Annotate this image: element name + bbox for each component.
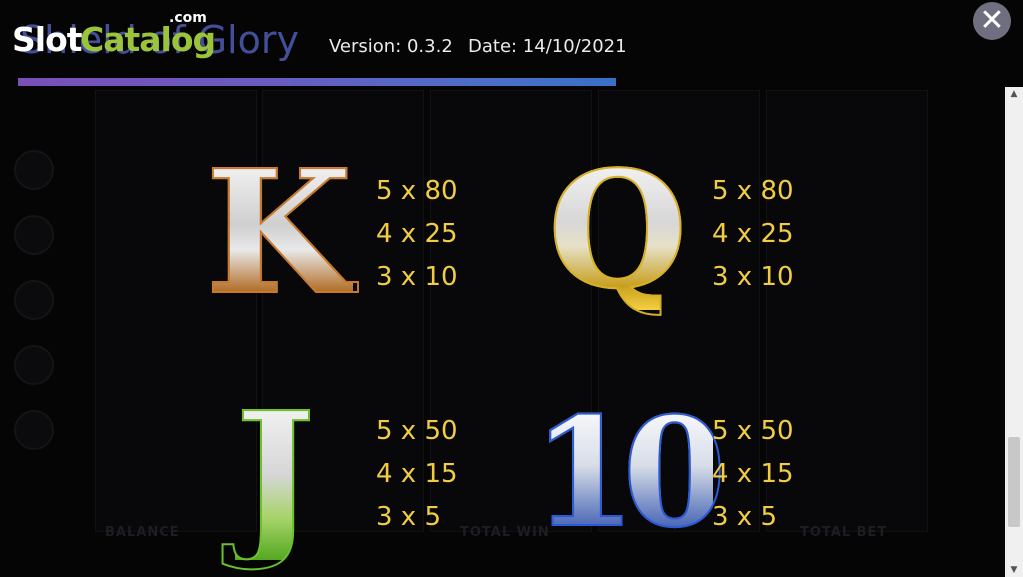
symbol-j-icon: J <box>234 375 316 575</box>
payout-row: 5 x 50 <box>376 416 458 446</box>
payout-row: 3 x 10 <box>376 262 458 292</box>
header-accent-bar <box>18 78 616 86</box>
close-button[interactable]: ✕ <box>973 2 1011 40</box>
version-label: Version: 0.3.2 <box>329 36 453 57</box>
symbol-k-icon: K <box>204 133 354 333</box>
payout-row: 3 x 5 <box>376 502 441 532</box>
payout-row: 5 x 80 <box>376 176 458 206</box>
background-side-button <box>14 150 54 190</box>
payout-list-j: 5 x 50 4 x 15 3 x 5 <box>376 410 458 539</box>
payout-row: 4 x 15 <box>712 459 794 489</box>
scroll-down-arrow-icon[interactable]: ▼ <box>1005 563 1023 577</box>
background-side-button <box>14 280 54 320</box>
payout-list-10: 5 x 50 4 x 15 3 x 5 <box>712 410 794 539</box>
background-total-bet-label: TOTAL BET <box>800 525 888 540</box>
payout-list-k: 5 x 80 4 x 25 3 x 10 <box>376 170 458 299</box>
payout-row: 5 x 50 <box>712 416 794 446</box>
background-balance-label: BALANCE <box>105 525 180 540</box>
payout-row: 5 x 80 <box>712 176 794 206</box>
background-side-button <box>14 410 54 450</box>
payout-row: 4 x 15 <box>376 459 458 489</box>
logo-com-text: .com <box>169 10 207 26</box>
paytable-scrollbar[interactable]: ▲ ▼ <box>1005 87 1023 577</box>
payout-list-q: 5 x 80 4 x 25 3 x 10 <box>712 170 794 299</box>
payout-row: 3 x 10 <box>712 262 794 292</box>
date-label: Date: 14/10/2021 <box>468 36 627 57</box>
logo-slot-text: Slot <box>12 20 83 59</box>
scroll-up-arrow-icon[interactable]: ▲ <box>1005 87 1023 101</box>
payout-row: 3 x 5 <box>712 502 777 532</box>
background-side-button <box>14 215 54 255</box>
symbol-10-icon: 10 <box>531 385 728 561</box>
payout-row: 4 x 25 <box>376 219 458 249</box>
background-side-button <box>14 345 54 385</box>
scrollbar-thumb[interactable] <box>1008 437 1020 527</box>
payout-row: 4 x 25 <box>712 219 794 249</box>
symbol-q-icon: Q <box>547 136 688 324</box>
close-icon: ✕ <box>979 3 1005 38</box>
